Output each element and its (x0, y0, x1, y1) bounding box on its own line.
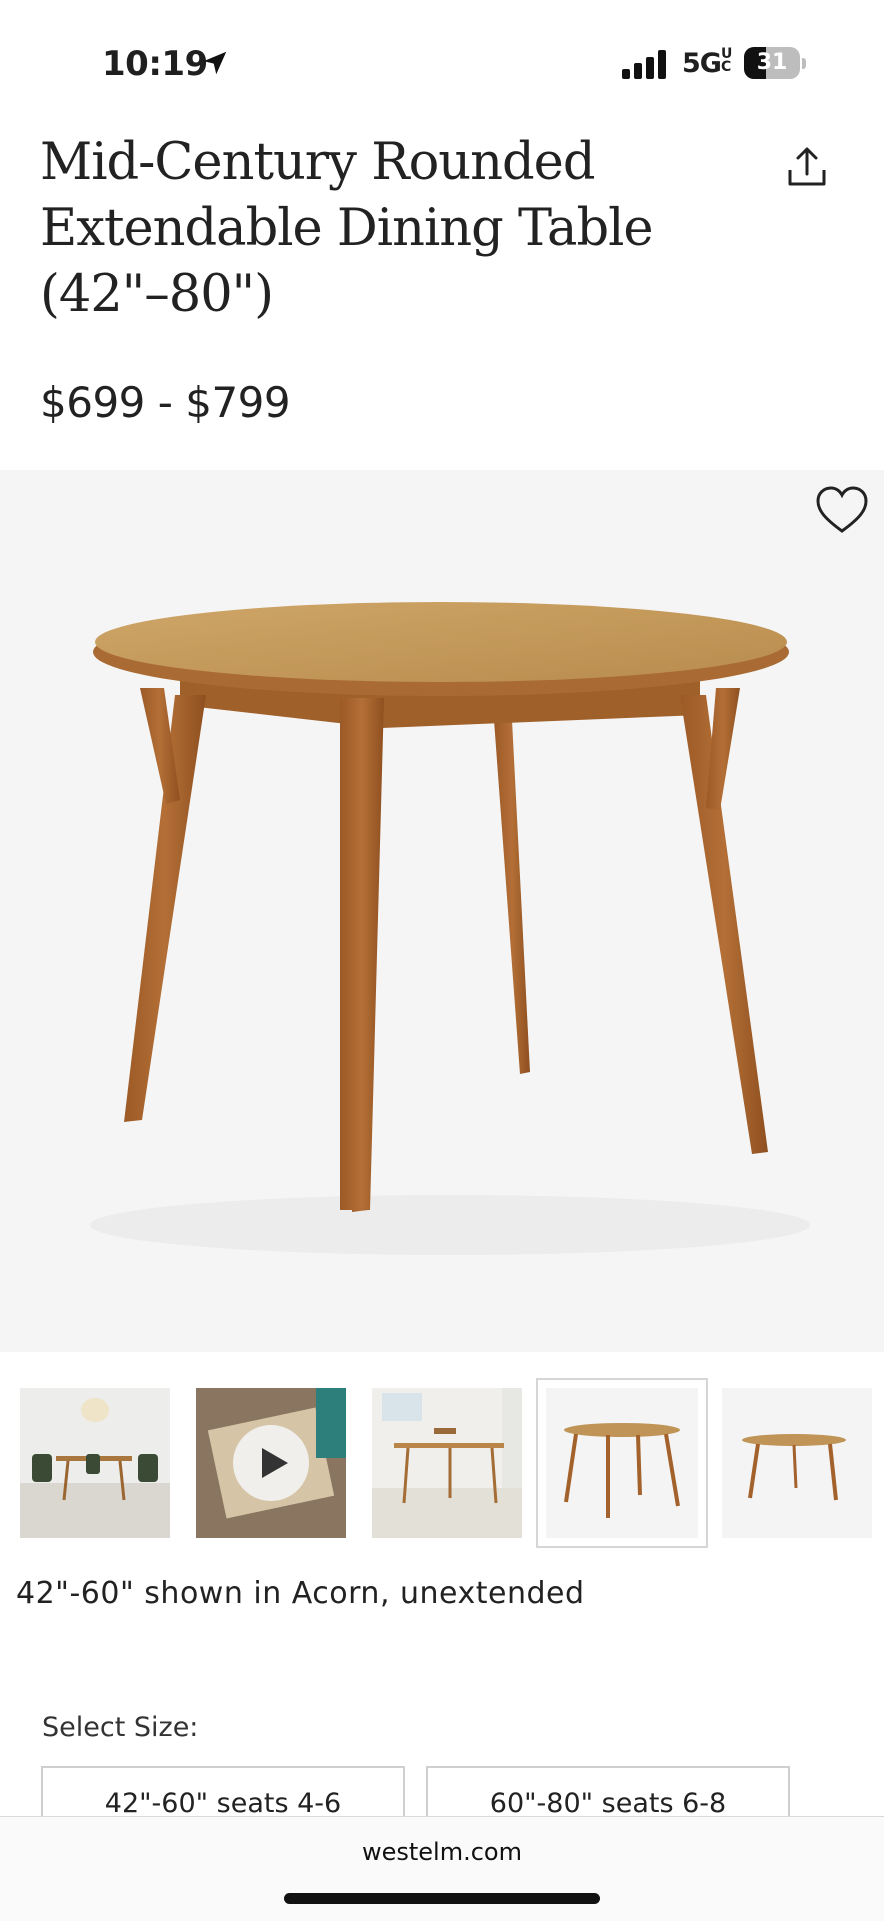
browser-bottom-bar (0, 1816, 884, 1921)
share-icon[interactable] (782, 142, 832, 192)
status-time: 10:19 (102, 44, 208, 84)
product-price: $699 - $799 (40, 378, 291, 427)
home-indicator[interactable] (284, 1893, 600, 1904)
product-title: Mid-Century Rounded Extendable Dining Ta… (40, 133, 654, 324)
thumbnail-product-selected[interactable] (536, 1378, 708, 1548)
thumbnail-room-scene-1[interactable] (20, 1388, 170, 1538)
favorite-heart-icon[interactable] (814, 484, 870, 536)
thumbnail-product[interactable] (722, 1388, 872, 1538)
network-suffix: UC (720, 46, 732, 75)
dining-table-illustration (90, 602, 810, 1255)
network-label: 5GUC (682, 46, 732, 79)
cellular-signal-icon (622, 50, 666, 79)
location-arrow-icon (203, 51, 227, 75)
thumbnail-video[interactable] (196, 1388, 346, 1538)
product-image[interactable] (0, 470, 884, 1352)
image-caption: 42"-60" shown in Acorn, unextended (16, 1576, 585, 1611)
address-bar-url[interactable]: westelm.com (0, 1838, 884, 1866)
thumbnail-room-scene-2[interactable] (372, 1388, 522, 1538)
battery-level: 31 (756, 50, 788, 75)
battery-icon: 31 (744, 47, 800, 79)
select-size-label: Select Size: (42, 1712, 199, 1743)
image-thumbnail-strip (0, 1376, 884, 1552)
status-bar: 10:19 5GUC 31 (0, 0, 884, 120)
